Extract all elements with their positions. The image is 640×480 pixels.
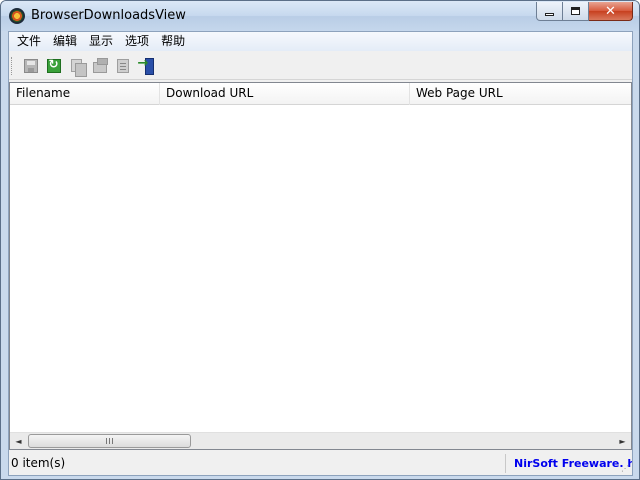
scroll-thumb[interactable] (28, 434, 191, 448)
client-area: 文件 编辑 显示 选项 帮助 ↻ → Filename Download URL… (8, 31, 633, 476)
minimize-button[interactable] (536, 2, 563, 21)
html-report-icon (116, 58, 129, 73)
column-header-filename[interactable]: Filename (10, 83, 160, 105)
save-button[interactable] (19, 55, 42, 77)
nirsoft-link[interactable]: NirSoft Freeware. htt (506, 454, 632, 473)
menu-options[interactable]: 选项 (119, 32, 155, 51)
save-icon (23, 58, 38, 73)
scroll-left-button[interactable]: ◄ (10, 433, 27, 449)
caption-buttons: ✕ (536, 2, 633, 22)
downloads-list[interactable]: Filename Download URL Web Page URL ◄ ► (9, 82, 632, 450)
column-header-download-url[interactable]: Download URL (160, 83, 410, 105)
menu-file[interactable]: 文件 (11, 32, 47, 51)
refresh-button[interactable] (42, 55, 65, 77)
toolbar (9, 52, 632, 80)
exit-button[interactable] (134, 55, 157, 77)
maximize-icon (571, 7, 580, 15)
app-window: BrowserDownloadsView ✕ 文件 编辑 显示 选项 帮助 ↻ … (0, 0, 640, 480)
grip-icon (106, 438, 113, 444)
close-icon: ✕ (605, 3, 616, 19)
item-count: 0 item(s) (9, 454, 506, 473)
window-title: BrowserDownloadsView (31, 8, 186, 23)
status-bar: 0 item(s) NirSoft Freeware. htt ⋰ (9, 452, 632, 475)
copy-icon (71, 59, 87, 77)
html-report-button[interactable] (111, 55, 134, 77)
horizontal-scrollbar[interactable]: ◄ ► (10, 432, 631, 449)
scroll-right-button[interactable]: ► (614, 433, 631, 449)
copy-button[interactable] (65, 55, 88, 77)
close-button[interactable]: ✕ (589, 2, 633, 21)
properties-icon (92, 57, 108, 73)
arrow-left-icon: ◄ (15, 436, 22, 446)
maximize-button[interactable] (563, 2, 589, 21)
properties-button[interactable] (88, 55, 111, 77)
resize-grip-icon[interactable]: ⋰ (621, 464, 631, 474)
title-bar[interactable]: BrowserDownloadsView ✕ (1, 1, 639, 31)
menu-help[interactable]: 帮助 (155, 32, 191, 51)
list-header: Filename Download URL Web Page URL (10, 83, 631, 105)
toolbar-grip[interactable] (11, 56, 14, 75)
app-icon[interactable] (9, 8, 25, 24)
column-header-web-page-url[interactable]: Web Page URL (410, 83, 631, 105)
exit-icon (138, 56, 154, 75)
menu-bar: 文件 编辑 显示 选项 帮助 (9, 32, 632, 51)
refresh-icon (46, 57, 61, 73)
menu-view[interactable]: 显示 (83, 32, 119, 51)
menu-edit[interactable]: 编辑 (47, 32, 83, 51)
arrow-right-icon: ► (619, 436, 626, 446)
minimize-icon (545, 12, 554, 16)
